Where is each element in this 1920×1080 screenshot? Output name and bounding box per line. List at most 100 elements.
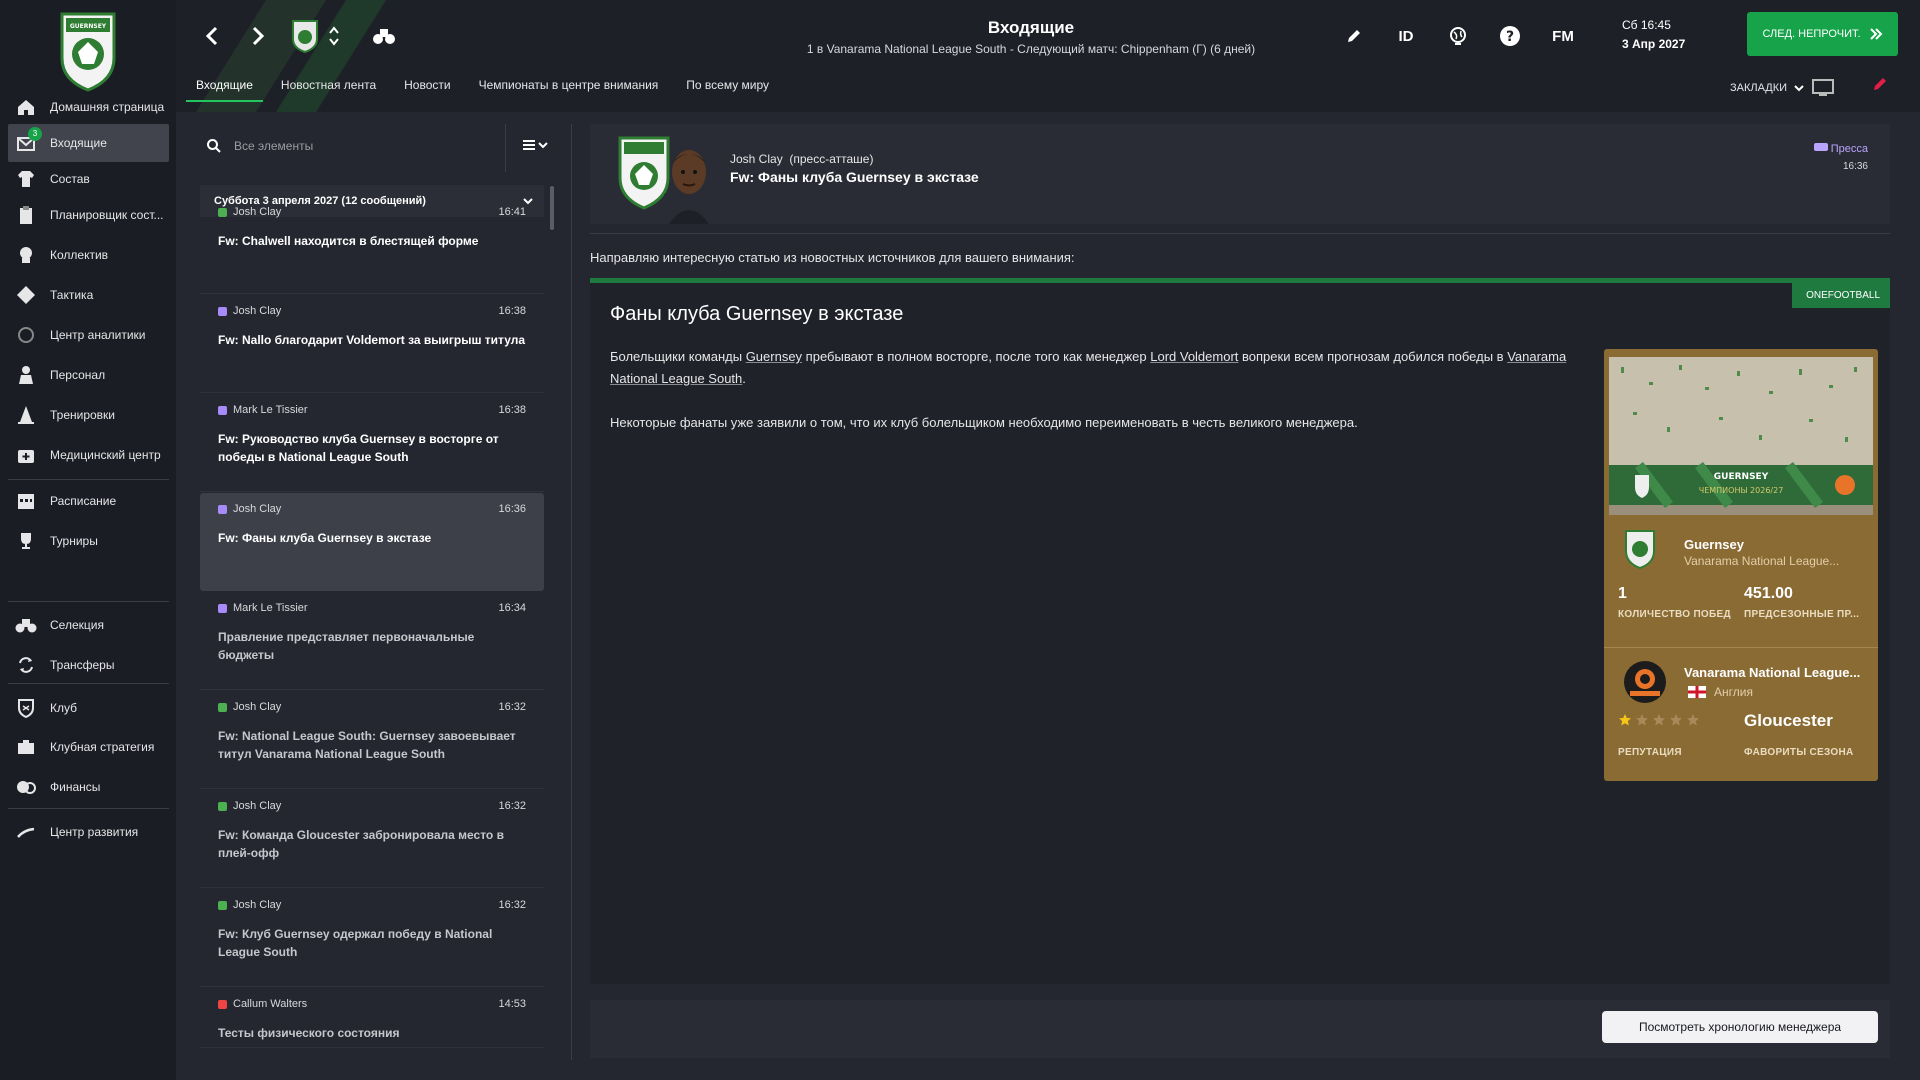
sidebar-item-label: Центр развития [50, 825, 139, 839]
world-globe-icon[interactable] [1444, 22, 1472, 50]
sidebar: GUERNSEY Домашняя страница 3 Входящие Со… [0, 0, 176, 1080]
sender-name[interactable]: Josh Clay [730, 152, 783, 166]
divider [505, 124, 506, 172]
sidebar-item-dynamics[interactable]: Коллектив [8, 236, 169, 274]
divider [571, 124, 572, 1060]
message-list-item[interactable]: Mark Le Tissier 16:34 Правление представля… [200, 592, 544, 690]
sidebar-item-label: Расписание [50, 494, 117, 508]
sidebar-item-club[interactable]: Клуб [8, 689, 169, 727]
tab-news-feed[interactable]: Новостная лента [271, 76, 386, 102]
wins-label: КОЛИЧЕСТВО ПОБЕД [1618, 609, 1731, 620]
sender-name: Mark Le Tissier [233, 404, 308, 416]
forward-button[interactable] [244, 22, 272, 50]
sidebar-item-inbox[interactable]: 3 Входящие [8, 124, 169, 162]
sidebar-item-squad-planner[interactable]: Планировщик сост... [8, 196, 169, 234]
club-badge[interactable] [1624, 529, 1656, 569]
list-scrollbar[interactable] [550, 186, 554, 230]
home-icon [14, 95, 38, 119]
sidebar-item-label: Клуб [50, 701, 77, 715]
inbox-search[interactable]: Все элементы [196, 124, 506, 168]
bookmarks-menu[interactable]: ЗАКЛАДКИ [1730, 78, 1835, 98]
fm-menu-button[interactable]: FM [1548, 22, 1578, 50]
message-list-item[interactable]: Josh Clay 16:38 Fw: Nallo благодарит Volde… [200, 295, 544, 393]
tab-world[interactable]: По всему миру [676, 76, 779, 102]
sidebar-item-medical[interactable]: Медицинский центр [8, 436, 169, 474]
league-country[interactable]: Англия [1688, 685, 1753, 699]
club-shield-icon [14, 696, 38, 720]
message-sender: Josh Clay [218, 503, 281, 515]
sidebar-item-schedule[interactable]: Расписание [8, 482, 169, 520]
celebration-photo[interactable]: GUERNSEY ЧЕМПИОНЫ 2026/27 [1609, 357, 1873, 515]
club-switch-chevron-icon[interactable] [326, 22, 342, 50]
next-unread-button[interactable]: СЛЕД. НЕПРОЧИТ. [1747, 12, 1898, 56]
sender-person-icon [218, 999, 227, 1009]
tab-news[interactable]: Новости [394, 76, 460, 102]
search-binoculars-icon[interactable] [370, 22, 398, 50]
back-button[interactable] [198, 22, 226, 50]
edit-pencil-icon[interactable] [1340, 22, 1368, 50]
id-button[interactable]: ID [1392, 22, 1420, 50]
sidebar-item-label: Клубная стратегия [50, 740, 155, 754]
game-date[interactable]: Сб 16:45 3 Апр 2027 [1622, 16, 1685, 54]
club-logo[interactable]: GUERNSEY [58, 10, 118, 92]
tab-spotlight[interactable]: Чемпионаты в центре внимания [469, 76, 669, 102]
sidebar-item-label: Тренировки [50, 408, 116, 422]
club-switch-badge[interactable] [288, 18, 322, 54]
sender-avatar[interactable] [664, 142, 714, 224]
sidebar-item-finances[interactable]: Финансы [8, 768, 169, 806]
season-favourite[interactable]: Gloucester [1744, 711, 1833, 731]
sidebar-item-tactics[interactable]: Тактика [8, 276, 169, 314]
message-list-item[interactable]: Josh Clay 16:32 Fw: National League South:… [200, 691, 544, 789]
message-sender: Mark Le Tissier [218, 602, 308, 614]
game-date-text: 3 Апр 2027 [1622, 37, 1686, 51]
club-link[interactable]: Guernsey [746, 349, 802, 364]
league-name[interactable]: Vanarama National League... [1684, 665, 1860, 680]
filter-menu-icon[interactable] [521, 138, 549, 155]
sidebar-item-staff[interactable]: Персонал [8, 356, 169, 394]
sender-name: Josh Clay [233, 701, 282, 713]
divider [590, 233, 1890, 234]
sender-name: Callum Walters [233, 998, 308, 1010]
screen-icon[interactable] [1811, 78, 1835, 98]
red-pen-icon[interactable] [1866, 70, 1894, 98]
sidebar-item-training[interactable]: Тренировки [8, 396, 169, 434]
trophy-icon [14, 529, 38, 553]
message-subject: Fw: Фаны клуба Guernsey в экстазе [218, 531, 432, 545]
message-list-item[interactable]: Josh Clay 16:41 Fw: Chalwell находится в б… [200, 196, 544, 294]
tactics-icon [14, 283, 38, 307]
sidebar-item-development-centre[interactable]: Центр развития [8, 813, 169, 851]
staff-icon [14, 363, 38, 387]
sidebar-item-competitions[interactable]: Турниры [8, 522, 169, 560]
league-logo[interactable] [1622, 659, 1668, 705]
news-article: ONEFOOTBALL Фаны клуба Guernsey в экстаз… [590, 278, 1890, 984]
sidebar-item-label: Медицинский центр [50, 448, 161, 462]
manager-timeline-button[interactable]: Посмотреть хронологию менеджера [1602, 1011, 1878, 1043]
message-list-item[interactable]: Josh Clay 16:36 Fw: Фаны клуба Guernsey в … [200, 493, 544, 591]
training-cone-icon [14, 403, 38, 427]
message-sender: Mark Le Tissier [218, 404, 308, 416]
country-name: Англия [1714, 685, 1753, 699]
sidebar-item-transfers[interactable]: Трансферы [8, 646, 169, 684]
sidebar-item-label: Персонал [50, 368, 106, 382]
message-list-item[interactable]: Mark Le Tissier 16:38 Fw: Руководство клуб… [200, 394, 544, 492]
sidebar-item-home[interactable]: Домашняя страница [8, 88, 169, 126]
manager-link[interactable]: Lord Voldemort [1150, 349, 1238, 364]
help-icon[interactable]: ? [1496, 22, 1524, 50]
sidebar-item-label: Турниры [50, 534, 98, 548]
sidebar-item-scouting[interactable]: Селекция [8, 606, 169, 644]
sender-person-icon [218, 702, 227, 712]
message-list-item[interactable]: Callum Walters 14:53 Тесты физического сос… [200, 988, 544, 1048]
sidebar-item-analytics[interactable]: Центр аналитики [8, 316, 169, 354]
tab-inbox[interactable]: Входящие [186, 76, 263, 102]
sender-person-icon [218, 405, 227, 415]
message-sender[interactable]: Josh Clay (пресс-атташе) [730, 152, 873, 166]
message-list-item[interactable]: Josh Clay 16:32 Fw: Команда Gloucester заб… [200, 790, 544, 888]
sidebar-item-label: Селекция [50, 618, 104, 632]
message-list-item[interactable]: Josh Clay 16:32 Fw: Клуб Guernsey одержал … [200, 889, 544, 987]
sidebar-item-squad[interactable]: Состав [8, 160, 169, 198]
club-name[interactable]: Guernsey [1684, 537, 1744, 552]
message-time: 16:41 [498, 206, 526, 218]
page-subtitle[interactable]: 1 в Vanarama National League South - Сле… [656, 42, 1406, 56]
sidebar-item-club-strategy[interactable]: Клубная стратегия [8, 728, 169, 766]
article-text: . [742, 371, 746, 386]
